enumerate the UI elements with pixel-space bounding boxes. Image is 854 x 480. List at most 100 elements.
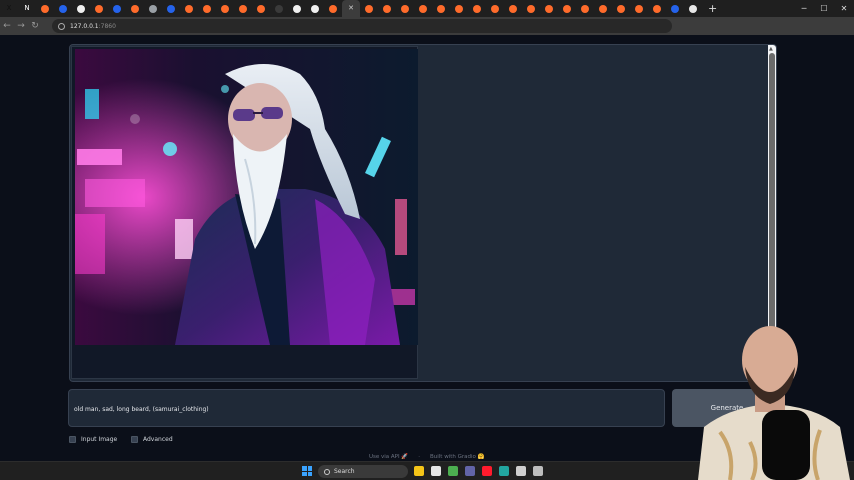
opera-icon[interactable] [482,466,492,476]
teams-icon[interactable] [465,466,475,476]
browser-tab[interactable] [666,0,684,17]
url-field[interactable]: 127.0.0.1:7860 [52,19,672,33]
gradio-icon [131,4,139,13]
browser-tab[interactable] [378,0,396,17]
browser-tab[interactable]: ✕ [342,0,360,17]
gradio-icon [95,4,103,13]
gradio-icon [473,4,481,13]
taskbar-search[interactable]: Search [318,465,408,478]
advanced-label: Advanced [143,436,173,443]
browser-tab[interactable] [486,0,504,17]
store-icon[interactable] [431,466,441,476]
separator: · [418,454,420,460]
forward-icon[interactable]: → [14,21,28,31]
gradio-icon [365,4,373,13]
checkbox-box[interactable] [131,436,138,443]
gallery-item[interactable] [71,46,418,379]
generated-image-art [75,49,418,345]
obs-icon[interactable] [516,466,526,476]
tab-list: X N ✕ [0,0,702,17]
browser-tab[interactable] [450,0,468,17]
browser-tab[interactable] [216,0,234,17]
gradio-icon [653,4,661,13]
browser-tab[interactable] [558,0,576,17]
back-icon[interactable]: ← [0,21,14,31]
site-info-icon[interactable] [58,22,65,30]
blue-circle-icon [671,4,679,13]
close-window-icon[interactable]: ✕ [834,4,854,13]
browser-tab[interactable] [360,0,378,17]
browser-tab[interactable] [36,0,54,17]
taskbar-apps [414,466,543,476]
gradio-icon [203,4,211,13]
new-tab-button[interactable]: + [708,2,717,15]
scroll-up-icon[interactable]: ▲ [769,46,773,52]
browser-tab[interactable] [594,0,612,17]
input-image-checkbox[interactable]: Input Image [69,436,117,443]
browser-tab[interactable] [504,0,522,17]
gradio-icon [239,4,247,13]
windows-start-icon[interactable] [302,466,312,476]
prompt-input[interactable]: old man, sad, long beard, (samurai_cloth… [68,389,665,427]
settings-icon[interactable] [533,466,543,476]
scrollbar-thumb[interactable] [769,53,775,331]
app-icon[interactable] [499,466,509,476]
gradio-icon [383,4,391,13]
browser-tab[interactable] [288,0,306,17]
browser-tab[interactable] [324,0,342,17]
github-icon [293,4,301,13]
blue-circle-icon [59,4,67,13]
browser-tab[interactable] [108,0,126,17]
presenter-video [698,326,850,480]
x-icon: X [6,4,12,12]
gradio-icon [509,4,517,13]
maximize-icon[interactable]: ☐ [814,4,834,13]
gradio-icon [257,4,265,13]
browser-tab[interactable] [540,0,558,17]
browser-tab[interactable] [234,0,252,17]
file-explorer-icon[interactable] [414,466,424,476]
chrome-icon[interactable] [448,466,458,476]
browser-tab[interactable] [126,0,144,17]
browser-tab[interactable] [306,0,324,17]
browser-tab[interactable] [198,0,216,17]
checkbox-box[interactable] [69,436,76,443]
browser-tab[interactable] [684,0,702,17]
advanced-checkbox[interactable]: Advanced [131,436,173,443]
gradio-icon [185,4,193,13]
browser-tab[interactable] [630,0,648,17]
gradio-icon [635,4,643,13]
browser-tab[interactable] [612,0,630,17]
browser-tab[interactable] [180,0,198,17]
browser-tab[interactable] [54,0,72,17]
page-footer: Use via API 🚀 · Built with Gradio 🤗 [369,454,485,460]
built-with-gradio-link[interactable]: Built with Gradio 🤗 [430,454,485,460]
generated-image [75,49,418,345]
gradio-icon [419,4,427,13]
browser-tab[interactable]: X [0,0,18,17]
browser-tab[interactable] [144,0,162,17]
browser-tab[interactable] [396,0,414,17]
browser-tab[interactable] [270,0,288,17]
browser-tab[interactable] [414,0,432,17]
browser-tab[interactable] [648,0,666,17]
browser-tab[interactable] [252,0,270,17]
chrome-icon [689,4,697,13]
browser-tab[interactable] [468,0,486,17]
url-port: :7860 [98,22,116,30]
minimize-icon[interactable]: ─ [794,4,814,13]
use-via-api-link[interactable]: Use via API 🚀 [369,454,408,460]
gradio-icon [527,4,535,13]
browser-tab[interactable] [162,0,180,17]
gradio-icon [599,4,607,13]
browser-tab[interactable] [72,0,90,17]
browser-tab[interactable] [576,0,594,17]
browser-tab[interactable] [90,0,108,17]
browser-tab[interactable]: N [18,0,36,17]
github-icon [311,4,319,13]
gradio-icon [491,4,499,13]
browser-tab[interactable] [522,0,540,17]
gradio-icon [401,4,409,13]
reload-icon[interactable]: ↻ [28,21,42,31]
browser-tab[interactable] [432,0,450,17]
